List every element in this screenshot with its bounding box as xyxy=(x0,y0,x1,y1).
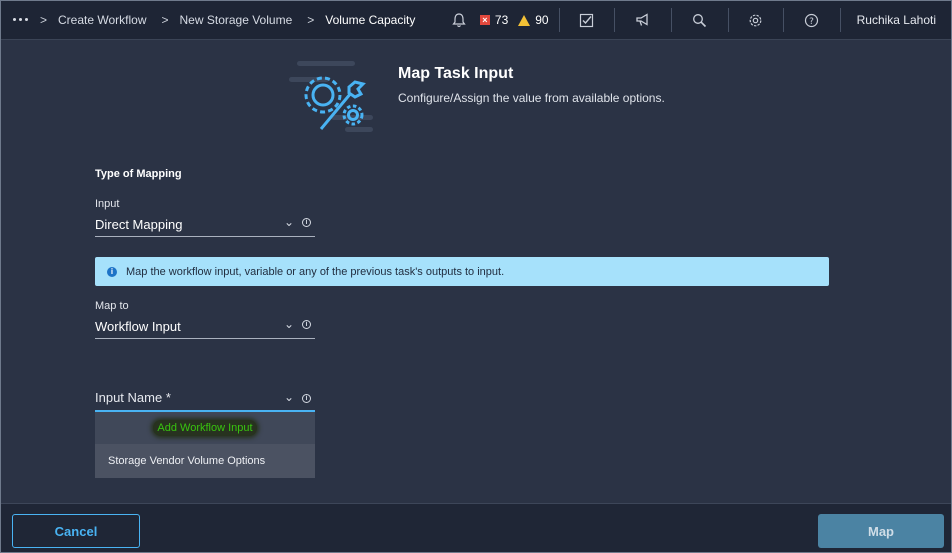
info-banner-text: Map the workflow input, variable or any … xyxy=(126,265,505,278)
chevron-right-icon: > xyxy=(161,12,169,27)
tasks-icon[interactable] xyxy=(560,0,614,40)
info-icon[interactable]: i xyxy=(302,320,311,329)
map-to-label: Map to xyxy=(95,300,129,312)
chevron-right-icon: > xyxy=(40,12,48,27)
input-name-label: Input Name * xyxy=(95,390,171,405)
info-icon: i xyxy=(107,266,117,277)
bell-icon[interactable] xyxy=(444,0,474,40)
top-bar: > Create Workflow > New Storage Volume >… xyxy=(0,0,952,40)
breadcrumb-volume-capacity: Volume Capacity xyxy=(325,12,416,27)
more-icon[interactable] xyxy=(13,18,28,21)
add-workflow-input-label: Add Workflow Input xyxy=(153,420,257,436)
info-icon[interactable]: i xyxy=(302,394,311,403)
announcement-icon[interactable] xyxy=(615,0,671,40)
map-to-select-value: Workflow Input xyxy=(95,319,181,334)
map-button[interactable]: Map xyxy=(818,514,944,548)
input-name-dropdown: Add Workflow Input Storage Vendor Volume… xyxy=(95,412,315,478)
input-select[interactable]: Direct Mapping ⌄ i xyxy=(95,215,315,237)
input-label: Input xyxy=(95,198,120,210)
info-banner: i Map the workflow input, variable or an… xyxy=(95,257,829,286)
user-name[interactable]: Ruchika Lahoti xyxy=(841,13,952,27)
alarm-critical-icon: × xyxy=(479,15,490,25)
breadcrumb-create-workflow[interactable]: Create Workflow xyxy=(58,13,146,27)
chevron-down-icon[interactable]: ⌄ xyxy=(284,215,294,229)
map-to-select[interactable]: Workflow Input ⌄ i xyxy=(95,317,315,339)
input-select-value: Direct Mapping xyxy=(95,217,183,232)
help-icon[interactable]: ? xyxy=(784,0,840,40)
chevron-down-icon[interactable]: ⌄ xyxy=(284,317,294,331)
breadcrumb-new-storage-volume[interactable]: New Storage Volume xyxy=(180,13,293,27)
input-name-select[interactable]: Input Name * ⌄ i xyxy=(95,388,315,412)
search-icon[interactable] xyxy=(672,0,728,40)
add-workflow-input-option[interactable]: Add Workflow Input xyxy=(95,412,315,444)
chevron-right-icon: > xyxy=(307,12,315,27)
cancel-button[interactable]: Cancel xyxy=(12,514,140,548)
dropdown-option[interactable]: Storage Vendor Volume Options xyxy=(95,444,315,478)
info-icon[interactable]: i xyxy=(302,218,311,227)
page-title: Map Task Input xyxy=(398,65,514,82)
breadcrumb: > Create Workflow > New Storage Volume >… xyxy=(0,13,415,27)
alarm-warning[interactable]: 90 xyxy=(518,13,549,27)
alarm-critical[interactable]: × 73 xyxy=(479,13,509,27)
type-of-mapping-heading: Type of Mapping xyxy=(95,168,182,180)
gears-wrench-icon xyxy=(283,57,379,137)
svg-text:?: ? xyxy=(809,17,814,27)
footer: Cancel Map xyxy=(0,503,952,553)
settings-icon[interactable] xyxy=(729,0,783,40)
alarm-warning-icon xyxy=(518,14,531,26)
warning-count: 90 xyxy=(535,13,549,27)
page-subtitle: Configure/Assign the value from availabl… xyxy=(398,91,665,105)
chevron-down-icon[interactable]: ⌄ xyxy=(284,390,294,404)
critical-count: 73 xyxy=(494,13,509,27)
